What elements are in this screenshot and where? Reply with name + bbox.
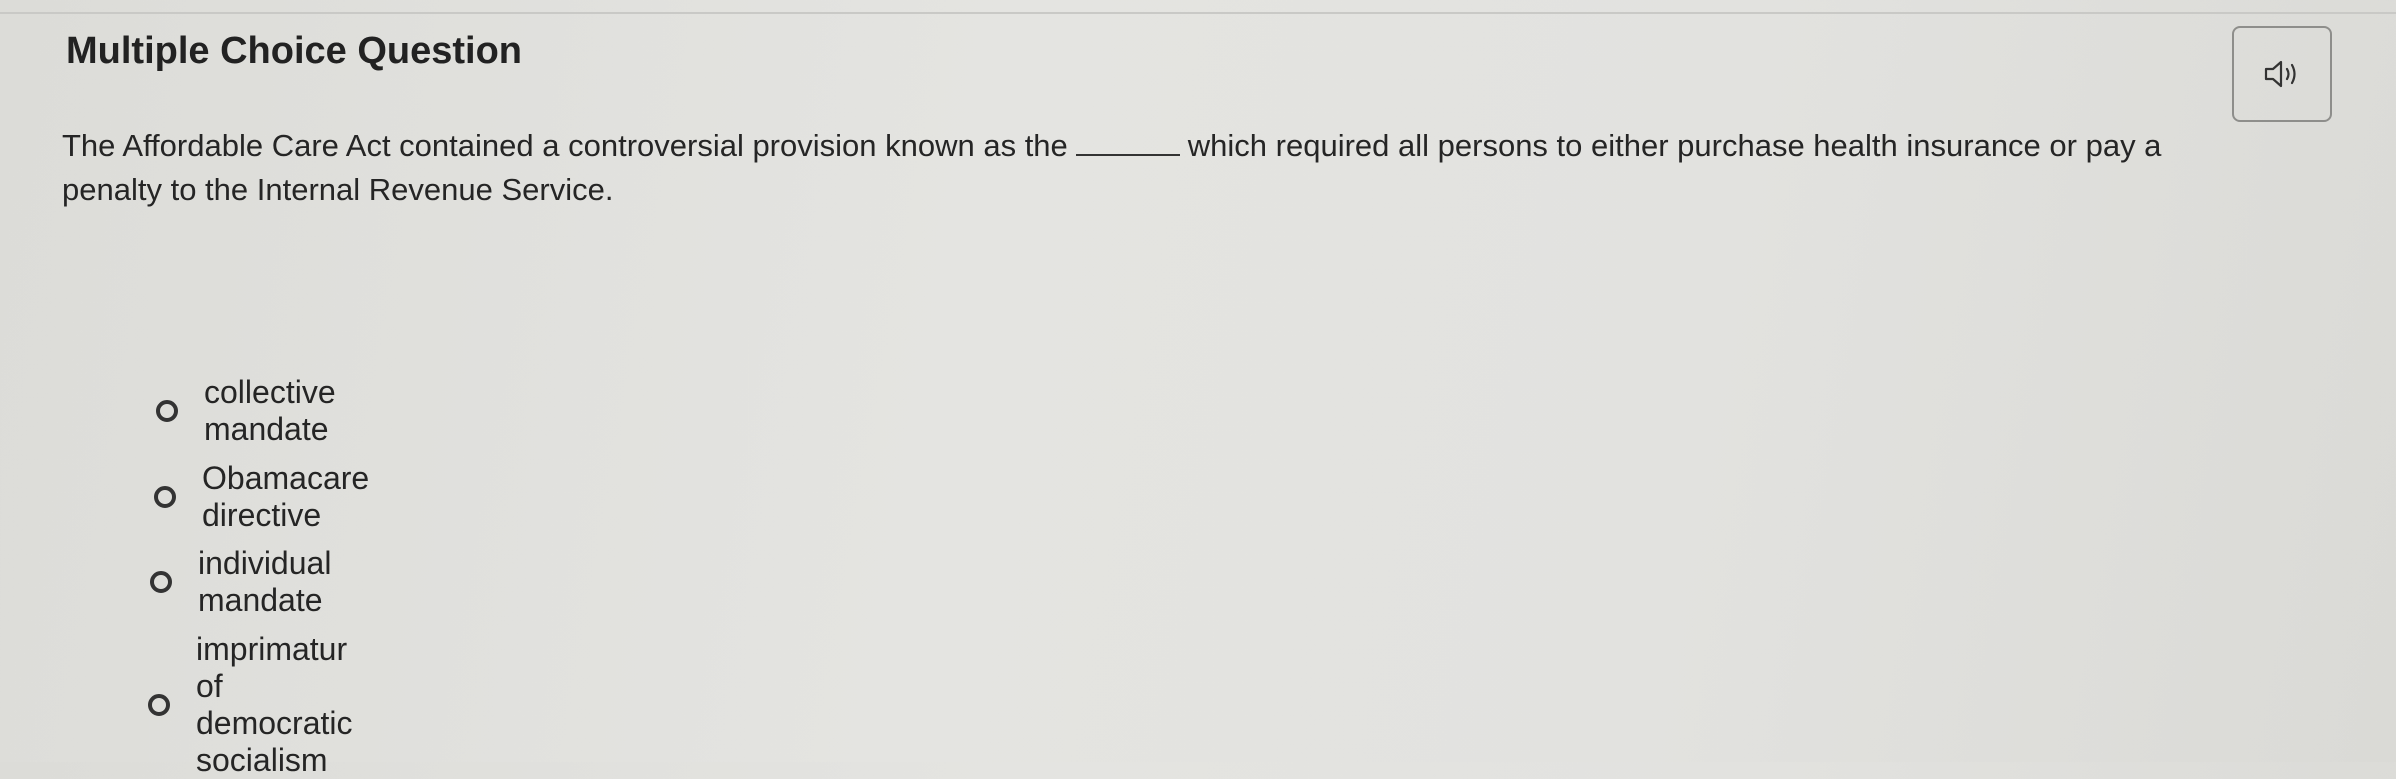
option-collective-mandate[interactable]: collective mandate — [156, 374, 336, 448]
radio-button[interactable] — [150, 571, 172, 593]
option-individual-mandate[interactable]: individual mandate — [150, 545, 331, 619]
top-divider — [0, 12, 2396, 14]
radio-button[interactable] — [154, 486, 176, 508]
question-header: Multiple Choice Question — [66, 30, 523, 72]
option-label: imprimatur of democratic socialism — [196, 631, 353, 778]
option-label: individual mandate — [198, 545, 332, 618]
option-label: Obamacare directive — [202, 460, 370, 533]
option-label: collective mandate — [204, 374, 336, 447]
option-imprimatur-of-democratic-socialism[interactable]: imprimatur of democratic socialism — [148, 631, 353, 779]
question-text-part1: The Affordable Care Act contained a cont… — [62, 128, 1068, 163]
option-obamacare-directive[interactable]: Obamacare directive — [154, 460, 369, 534]
radio-button[interactable] — [148, 694, 170, 716]
read-aloud-button[interactable] — [2232, 26, 2332, 122]
answer-blank — [1075, 128, 1180, 156]
question-prompt: The Affordable Care Act contained a cont… — [62, 124, 2262, 212]
radio-button[interactable] — [156, 400, 178, 422]
speaker-icon — [2264, 60, 2296, 88]
